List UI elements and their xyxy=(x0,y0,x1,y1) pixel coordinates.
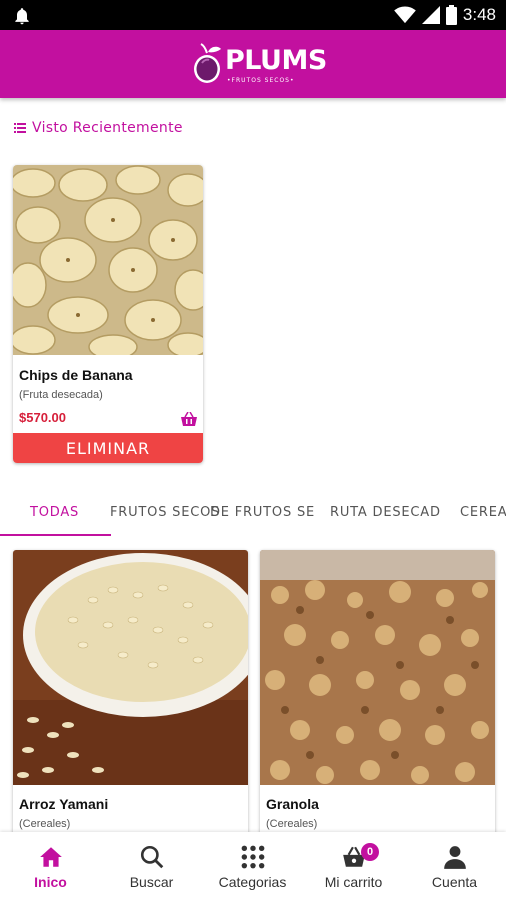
plum-icon xyxy=(194,43,221,83)
category-tabs: TODAS FRUTOS SECOS DE FRUTOS SE RUTA DES… xyxy=(0,488,506,536)
search-icon xyxy=(140,845,163,869)
tab-mix-de-frutos-secos[interactable]: DE FRUTOS SE xyxy=(210,488,315,536)
banana-chips-image xyxy=(13,165,203,355)
nav-mi-carrito[interactable]: 0 Mi carrito xyxy=(303,832,404,900)
nav-label: Cuenta xyxy=(431,874,478,890)
bottom-navigation: Inico Buscar Categorias 0 Mi carrito Cue… xyxy=(0,832,506,900)
nav-label: Categorias xyxy=(218,874,287,890)
home-icon xyxy=(39,847,62,867)
nav-buscar[interactable]: Buscar xyxy=(101,832,202,900)
wifi-icon xyxy=(394,6,416,24)
product-name: Arroz Yamani xyxy=(19,796,109,812)
remove-button[interactable]: ELIMINAR xyxy=(13,433,203,463)
status-bar: 3:48 xyxy=(0,0,506,30)
nav-categorias[interactable]: Categorias xyxy=(202,832,303,900)
tab-indicator xyxy=(0,534,111,536)
granola-image xyxy=(260,550,495,785)
product-card[interactable]: Arroz Yamani (Cereales) xyxy=(13,550,248,840)
recently-viewed-header: Visto Recientemente xyxy=(14,120,183,136)
nav-label: Inico xyxy=(34,874,67,890)
nav-label: Mi carrito xyxy=(324,874,383,890)
add-to-cart-icon[interactable] xyxy=(181,412,197,426)
nav-cuenta[interactable]: Cuenta xyxy=(404,832,505,900)
plums-logo[interactable]: PLUMS •FRUTOS SECOS• xyxy=(193,39,327,89)
cart-count-badge: 0 xyxy=(361,843,379,861)
status-time: 3:48 xyxy=(462,5,496,24)
tab-fruta-desecada[interactable]: RUTA DESECAD xyxy=(330,488,441,536)
tab-frutos-secos[interactable]: FRUTOS SECOS xyxy=(110,488,220,536)
recent-product-card[interactable]: Chips de Banana (Fruta desecada) $570.00… xyxy=(13,165,203,463)
product-category: (Cereales) xyxy=(19,818,71,830)
product-card[interactable]: Granola (Cereales) xyxy=(260,550,495,840)
logo-subtext: •FRUTOS SECOS• xyxy=(227,77,295,84)
account-icon xyxy=(443,846,466,869)
product-category: (Fruta desecada) xyxy=(19,389,103,401)
arroz-yamani-image xyxy=(13,550,248,785)
battery-icon xyxy=(445,5,457,25)
tab-cereales[interactable]: CEREA xyxy=(460,488,506,536)
notification-bell-icon xyxy=(15,8,29,25)
product-category: (Cereales) xyxy=(266,818,318,830)
recently-viewed-title: Visto Recientemente xyxy=(32,120,183,136)
nav-label: Buscar xyxy=(129,874,174,890)
logo-text: PLUMS xyxy=(225,45,327,76)
tab-todas[interactable]: TODAS xyxy=(30,488,79,536)
product-name: Granola xyxy=(266,796,319,812)
grid-icon xyxy=(241,845,264,869)
signal-icon xyxy=(421,6,440,24)
list-icon xyxy=(14,123,26,133)
product-price: $570.00 xyxy=(19,410,66,425)
nav-inicio[interactable]: Inico xyxy=(0,832,101,900)
app-bar: PLUMS •FRUTOS SECOS• xyxy=(0,30,506,98)
product-name: Chips de Banana xyxy=(19,367,133,383)
